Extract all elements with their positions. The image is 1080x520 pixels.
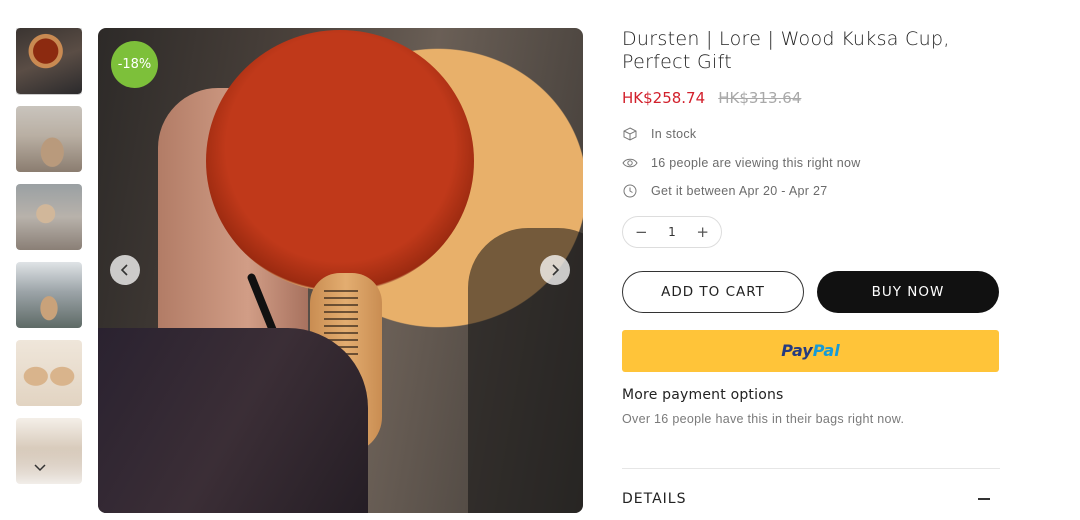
paypal-button[interactable]: Pay Pal (622, 329, 999, 372)
stock-row: In stock (622, 120, 1002, 149)
original-price: HK$313.64 (718, 89, 802, 107)
thumbnail-5[interactable] (16, 340, 82, 406)
thumbnail-1[interactable] (16, 28, 82, 95)
quantity-value[interactable]: 1 (668, 225, 676, 239)
quantity-stepper: − 1 + (622, 215, 722, 248)
prev-image-button[interactable] (110, 255, 140, 285)
product-info: Dursten | Lore | Wood Kuksa Cup, Perfect… (622, 28, 1002, 426)
viewers-text: 16 people are viewing this right now (651, 155, 861, 170)
chevron-right-icon (552, 264, 560, 276)
chevron-down-icon[interactable] (30, 458, 50, 478)
cup-bowl (206, 30, 474, 292)
price-row: HK$258.74 HK$313.64 (622, 88, 1002, 108)
social-proof-text: Over 16 people have this in their bags r… (622, 411, 905, 426)
thumbnail-list (16, 28, 82, 488)
product-meta: In stock 16 people are viewing this righ… (622, 120, 1002, 206)
increment-button[interactable]: + (696, 223, 709, 241)
paypal-logo-part1: Pay (781, 341, 813, 360)
paypal-logo-part2: Pal (812, 341, 840, 360)
buy-now-button[interactable]: BUY NOW (817, 270, 999, 313)
thumbnail-2[interactable] (16, 106, 82, 172)
box-icon (622, 126, 638, 142)
delivery-row: Get it between Apr 20 - Apr 27 (622, 177, 1002, 206)
viewers-row: 16 people are viewing this right now (622, 149, 1002, 178)
delivery-text: Get it between Apr 20 - Apr 27 (651, 184, 828, 199)
stock-status: In stock (651, 127, 697, 142)
next-image-button[interactable] (540, 255, 570, 285)
purchase-actions: ADD TO CART BUY NOW (622, 270, 1002, 313)
thumbnail-3[interactable] (16, 184, 82, 250)
product-main-image[interactable] (98, 28, 583, 513)
eye-icon (622, 155, 638, 171)
minus-icon (978, 498, 990, 500)
thumbnail-4[interactable] (16, 262, 82, 328)
clock-icon (622, 183, 638, 199)
sale-price: HK$258.74 (622, 89, 706, 107)
more-payment-options-link[interactable]: More payment options (622, 387, 1002, 403)
product-title: Dursten | Lore | Wood Kuksa Cup, Perfect… (622, 28, 950, 73)
discount-badge: -18% (111, 41, 158, 88)
details-accordion[interactable]: DETAILS (622, 491, 990, 507)
details-label: DETAILS (622, 491, 687, 507)
section-divider (622, 468, 1000, 469)
add-to-cart-button[interactable]: ADD TO CART (622, 270, 804, 313)
decrement-button[interactable]: − (635, 223, 648, 241)
chevron-left-icon (120, 264, 128, 276)
sleeve (98, 328, 368, 513)
